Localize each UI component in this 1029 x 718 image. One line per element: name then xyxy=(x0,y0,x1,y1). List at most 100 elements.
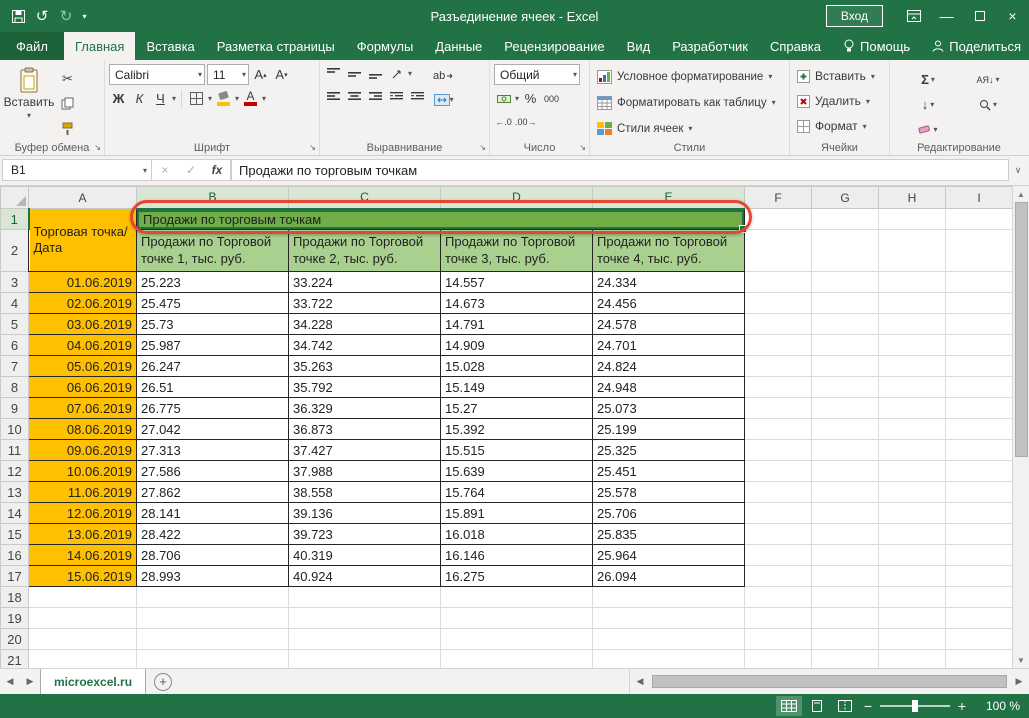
row-header-12[interactable]: 12 xyxy=(1,461,29,482)
new-sheet-button[interactable]: + xyxy=(154,673,172,691)
value-cell[interactable]: 35.792 xyxy=(289,377,441,398)
empty-cell[interactable] xyxy=(441,587,593,608)
empty-cell[interactable] xyxy=(879,398,946,419)
column-header-i[interactable]: I xyxy=(946,187,1013,209)
enter-icon[interactable]: ✓ xyxy=(178,163,204,177)
empty-cell[interactable] xyxy=(879,650,946,669)
date-cell[interactable]: 05.06.2019 xyxy=(29,356,137,377)
empty-cell[interactable] xyxy=(745,629,812,650)
value-cell[interactable]: 15.891 xyxy=(441,503,593,524)
empty-cell[interactable] xyxy=(879,440,946,461)
value-cell[interactable]: 28.422 xyxy=(137,524,289,545)
chevron-down-icon[interactable]: ▾ xyxy=(515,94,519,103)
value-cell[interactable]: 33.224 xyxy=(289,272,441,293)
empty-cell[interactable] xyxy=(812,335,879,356)
insert-function-button[interactable]: fx xyxy=(204,163,230,177)
empty-cell[interactable] xyxy=(745,650,812,669)
accounting-format-button[interactable] xyxy=(494,89,513,108)
value-cell[interactable]: 15.515 xyxy=(441,440,593,461)
value-cell[interactable]: 39.136 xyxy=(289,503,441,524)
empty-cell[interactable] xyxy=(29,650,137,669)
horizontal-scrollbar[interactable]: ◀ ▶ xyxy=(629,669,1029,694)
empty-cell[interactable] xyxy=(879,209,946,230)
value-cell[interactable]: 25.199 xyxy=(593,419,745,440)
ribbon-tab-1[interactable]: Главная xyxy=(64,32,135,60)
align-left-button[interactable] xyxy=(324,87,343,106)
empty-cell[interactable] xyxy=(812,650,879,669)
empty-cell[interactable] xyxy=(879,419,946,440)
value-cell[interactable]: 24.578 xyxy=(593,314,745,335)
row-header-11[interactable]: 11 xyxy=(1,440,29,461)
font-color-button[interactable]: А xyxy=(241,89,260,108)
empty-cell[interactable] xyxy=(946,608,1013,629)
value-cell[interactable]: 15.639 xyxy=(441,461,593,482)
format-as-table-button[interactable]: Форматировать как таблицу▾ xyxy=(594,90,785,115)
empty-cell[interactable] xyxy=(879,587,946,608)
row-header-21[interactable]: 21 xyxy=(1,650,29,669)
row-header-13[interactable]: 13 xyxy=(1,482,29,503)
horizontal-scroll-thumb[interactable] xyxy=(652,675,1007,688)
empty-cell[interactable] xyxy=(879,608,946,629)
value-cell[interactable]: 14.791 xyxy=(441,314,593,335)
empty-cell[interactable] xyxy=(745,230,812,272)
zoom-thumb[interactable] xyxy=(912,700,918,712)
empty-cell[interactable] xyxy=(812,377,879,398)
date-cell[interactable]: 08.06.2019 xyxy=(29,419,137,440)
value-cell[interactable]: 25.073 xyxy=(593,398,745,419)
undo-icon[interactable]: ↺ xyxy=(30,2,54,30)
page-break-view-button[interactable] xyxy=(832,696,858,716)
grow-font-button[interactable]: А▴ xyxy=(251,65,270,84)
sort-filter-button[interactable]: АЯ↓▾ xyxy=(964,70,1012,89)
value-cell[interactable]: 24.334 xyxy=(593,272,745,293)
empty-cell[interactable] xyxy=(29,587,137,608)
row-header-10[interactable]: 10 xyxy=(1,419,29,440)
value-cell[interactable]: 26.775 xyxy=(137,398,289,419)
formula-bar-expand-icon[interactable]: ∨ xyxy=(1009,165,1027,176)
row-header-15[interactable]: 15 xyxy=(1,524,29,545)
empty-cell[interactable] xyxy=(946,356,1013,377)
empty-cell[interactable] xyxy=(745,314,812,335)
series-header-cell-1[interactable]: Продажи по Торговой точке 1, тыс. руб. xyxy=(137,230,289,272)
value-cell[interactable]: 40.924 xyxy=(289,566,441,587)
empty-cell[interactable] xyxy=(441,629,593,650)
empty-cell[interactable] xyxy=(812,398,879,419)
empty-cell[interactable] xyxy=(137,608,289,629)
row-header-18[interactable]: 18 xyxy=(1,587,29,608)
empty-cell[interactable] xyxy=(946,566,1013,587)
vertical-scroll-thumb[interactable] xyxy=(1015,202,1028,457)
value-cell[interactable]: 25.835 xyxy=(593,524,745,545)
value-cell[interactable]: 40.319 xyxy=(289,545,441,566)
empty-cell[interactable] xyxy=(745,587,812,608)
value-cell[interactable]: 24.701 xyxy=(593,335,745,356)
empty-cell[interactable] xyxy=(441,608,593,629)
value-cell[interactable]: 37.988 xyxy=(289,461,441,482)
empty-cell[interactable] xyxy=(745,398,812,419)
empty-cell[interactable] xyxy=(441,650,593,669)
empty-cell[interactable] xyxy=(137,650,289,669)
row-header-6[interactable]: 6 xyxy=(1,335,29,356)
value-cell[interactable]: 24.948 xyxy=(593,377,745,398)
value-cell[interactable]: 36.329 xyxy=(289,398,441,419)
empty-cell[interactable] xyxy=(812,629,879,650)
empty-cell[interactable] xyxy=(812,272,879,293)
empty-cell[interactable] xyxy=(745,608,812,629)
value-cell[interactable]: 27.586 xyxy=(137,461,289,482)
empty-cell[interactable] xyxy=(289,650,441,669)
date-cell[interactable]: 03.06.2019 xyxy=(29,314,137,335)
zoom-out-button[interactable]: − xyxy=(860,698,876,714)
value-cell[interactable]: 24.456 xyxy=(593,293,745,314)
empty-cell[interactable] xyxy=(289,608,441,629)
underline-button[interactable]: Ч xyxy=(151,89,170,108)
column-header-h[interactable]: H xyxy=(879,187,946,209)
scroll-down-icon[interactable]: ▼ xyxy=(1013,652,1029,668)
empty-cell[interactable] xyxy=(745,293,812,314)
conditional-formatting-button[interactable]: Условное форматирование▾ xyxy=(594,64,785,89)
percent-style-button[interactable]: % xyxy=(521,89,540,108)
empty-cell[interactable] xyxy=(745,335,812,356)
empty-cell[interactable] xyxy=(879,335,946,356)
empty-cell[interactable] xyxy=(745,482,812,503)
value-cell[interactable]: 37.427 xyxy=(289,440,441,461)
value-cell[interactable]: 24.824 xyxy=(593,356,745,377)
date-cell[interactable]: 11.06.2019 xyxy=(29,482,137,503)
empty-cell[interactable] xyxy=(946,503,1013,524)
